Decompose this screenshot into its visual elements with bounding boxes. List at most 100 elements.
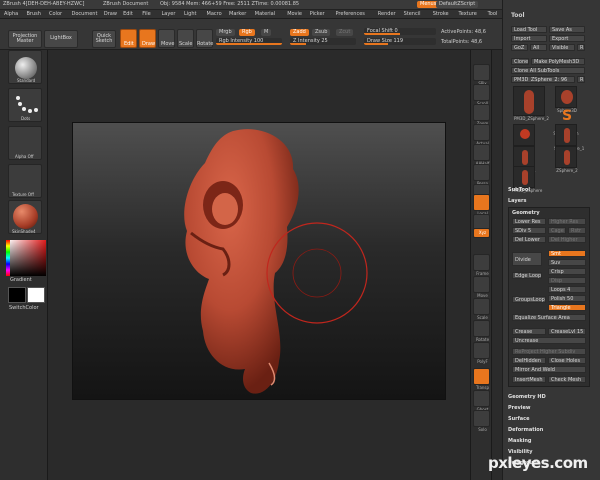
mrgb-button[interactable]: Mrgb: [216, 29, 235, 36]
current-tool-slider[interactable]: PM3D_ZSphere_2: 96: [511, 76, 575, 83]
smt-toggle[interactable]: Smt: [548, 250, 586, 257]
document-canvas[interactable]: [72, 122, 446, 400]
move-view-button[interactable]: Move: [473, 276, 490, 298]
menu-edit[interactable]: Edit: [123, 12, 133, 17]
menu-brush[interactable]: Brush: [27, 12, 41, 17]
crease-button[interactable]: Crease: [512, 328, 546, 335]
suv-toggle[interactable]: Suv: [548, 259, 586, 266]
menu-tool[interactable]: Tool: [488, 12, 498, 17]
brush-selector[interactable]: Standard: [8, 50, 42, 84]
layers-section[interactable]: Layers: [508, 198, 527, 204]
ghost-button[interactable]: Ghost: [473, 390, 490, 412]
save-as-button[interactable]: Save As: [549, 26, 585, 33]
divide-button[interactable]: Divide: [512, 252, 542, 266]
export-button[interactable]: Export: [549, 35, 585, 42]
gradient-label[interactable]: Gradient: [10, 278, 32, 283]
solo-button[interactable]: Solo: [473, 410, 490, 432]
deformation-section[interactable]: Deformation: [508, 427, 543, 433]
polish-slider[interactable]: Polish 50: [548, 295, 586, 302]
xyz-button[interactable]: Xyz: [473, 228, 490, 238]
menu-alpha[interactable]: Alpha: [4, 12, 18, 17]
transp-button[interactable]: Transp: [473, 368, 490, 390]
menu-macro[interactable]: Macro: [207, 12, 222, 17]
zsub-button[interactable]: Zsub: [312, 29, 331, 36]
zoom-button[interactable]: Zoom: [473, 104, 490, 126]
cage-button[interactable]: Cage: [548, 227, 566, 234]
menu-render[interactable]: Render: [378, 12, 396, 17]
triangle-toggle[interactable]: Triangle: [548, 304, 586, 311]
scale-view-button[interactable]: Scale: [473, 298, 490, 320]
stroke-selector[interactable]: Dots: [8, 88, 42, 122]
polyf-button[interactable]: PolyF: [473, 342, 490, 364]
script-button[interactable]: DefaultZScript: [436, 1, 479, 8]
m-button[interactable]: M: [261, 29, 272, 36]
check-mesh-button[interactable]: Check Mesh: [548, 376, 586, 383]
tool-thumb-current[interactable]: PM3D_ZSphere_2: [513, 86, 549, 121]
mirror-weld-button[interactable]: Mirror And Weld: [512, 366, 586, 373]
edge-loop-button[interactable]: Edge Loop: [512, 272, 542, 279]
loops-slider[interactable]: Loops 4: [548, 286, 586, 293]
clone-all-subtools-button[interactable]: Clone All SubTools: [511, 67, 585, 74]
edit-button[interactable]: Edit: [120, 29, 137, 48]
subtool-section[interactable]: SubTool: [508, 187, 530, 193]
focal-shift-slider[interactable]: Focal Shift 0: [364, 28, 436, 35]
scroll-button[interactable]: Scroll: [473, 84, 490, 106]
insert-mesh-button[interactable]: InsertMesh: [512, 376, 546, 383]
z-intensity-slider[interactable]: Z Intensity 25: [290, 38, 356, 45]
tool-thumb-pm3d-zsphere[interactable]: PM3D_ZSphere: [512, 166, 542, 193]
masking-section[interactable]: Masking: [508, 438, 532, 444]
del-higher-button[interactable]: Del Higher: [548, 236, 586, 243]
current-tool-r-button[interactable]: R: [577, 76, 585, 83]
tool-thumb-sks-zsphere[interactable]: Sks_ZSphere_1: [554, 124, 584, 151]
menu-file[interactable]: File: [142, 12, 150, 17]
quick-sketch-button[interactable]: Quick Sketch: [92, 30, 116, 48]
load-tool-button[interactable]: Load Tool: [511, 26, 547, 33]
preview-section[interactable]: Preview: [508, 405, 531, 411]
menu-marker[interactable]: Marker: [229, 12, 246, 17]
clone-button[interactable]: Clone: [511, 58, 529, 65]
visible-button[interactable]: Visible: [549, 44, 575, 51]
color-picker[interactable]: [6, 240, 46, 276]
draw-size-slider[interactable]: Draw Size 119: [364, 38, 436, 45]
menu-light[interactable]: Light: [184, 12, 196, 17]
menu-layer[interactable]: Layer: [162, 12, 176, 17]
aahalf-button[interactable]: AAHalf: [473, 144, 490, 166]
zadd-button[interactable]: Zadd: [290, 29, 309, 36]
menu-material[interactable]: Material: [255, 12, 275, 17]
geometry-hd-section[interactable]: Geometry HD: [508, 394, 546, 400]
menu-stroke[interactable]: Stroke: [433, 12, 449, 17]
menu-draw[interactable]: Draw: [104, 12, 117, 17]
geometry-section[interactable]: Geometry: [512, 210, 540, 216]
draw-button[interactable]: Draw: [139, 29, 156, 48]
surface-section[interactable]: Surface: [508, 416, 530, 422]
alpha-selector[interactable]: Alpha Off: [8, 126, 42, 160]
sdiv-slider[interactable]: SDiv 5: [512, 227, 546, 234]
tool-thumb-zsphere[interactable]: ZSphere: [513, 124, 535, 151]
rstr-button[interactable]: Rstr: [568, 227, 586, 234]
persp-button[interactable]: Persp: [473, 164, 490, 186]
move-button[interactable]: Move: [158, 29, 175, 48]
local-button[interactable]: Local: [473, 194, 490, 216]
actual-button[interactable]: Actual: [473, 124, 490, 146]
spix-button[interactable]: SPix: [473, 64, 490, 86]
rgb-intensity-slider[interactable]: Rgb Intensity 100: [216, 38, 282, 45]
lower-res-button[interactable]: Lower Res: [512, 218, 546, 225]
menu-texture[interactable]: Texture: [459, 12, 477, 17]
del-lower-button[interactable]: Del Lower: [512, 236, 546, 243]
reproject-button[interactable]: ReProject Higher Subdiv: [512, 348, 586, 355]
group-loops-button[interactable]: GroupsLoops: [512, 296, 546, 303]
frame-button[interactable]: Frame: [473, 254, 490, 276]
menu-document[interactable]: Document: [72, 12, 98, 17]
goz-button[interactable]: GoZ: [511, 44, 528, 51]
secondary-color-swatch[interactable]: [27, 287, 45, 303]
import-button[interactable]: Import: [511, 35, 547, 42]
lightbox-button[interactable]: LightBox: [44, 30, 78, 48]
tool-thumb-zsphere-1[interactable]: ZSphere_1: [513, 146, 536, 173]
make-polymesh-button[interactable]: Make PolyMesh3D: [531, 58, 585, 65]
menu-movie[interactable]: Movie: [287, 12, 302, 17]
disp-button[interactable]: Disp: [548, 277, 586, 284]
scale-button[interactable]: Scale: [177, 29, 194, 48]
rotate-button[interactable]: Rotate: [196, 29, 213, 48]
close-holes-button[interactable]: Close Holes: [548, 357, 586, 364]
higher-res-button[interactable]: Higher Res: [548, 218, 586, 225]
